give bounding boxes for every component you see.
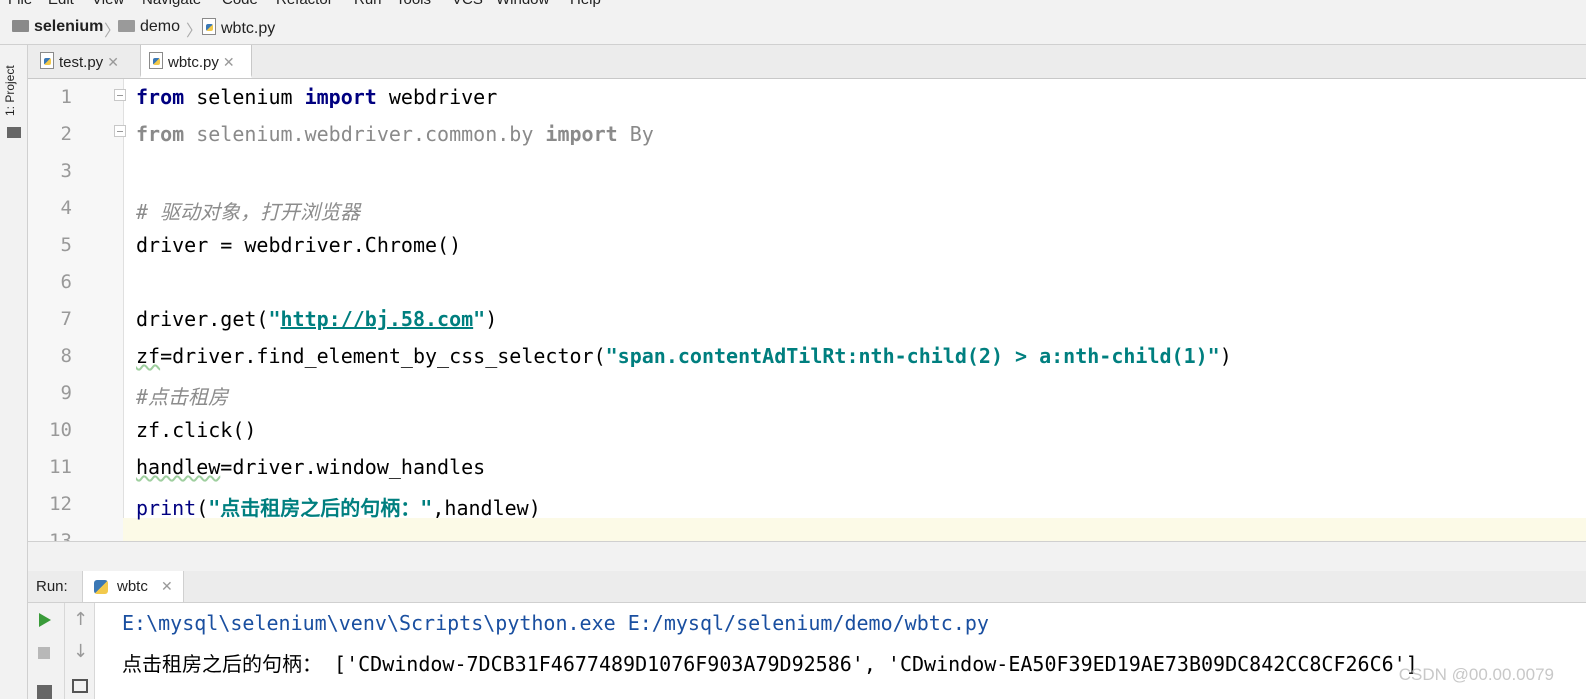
line-number: 9 bbox=[60, 382, 72, 404]
watermark: CSDN @00.00.0079 bbox=[1398, 665, 1554, 684]
line-number: 4 bbox=[60, 197, 72, 219]
line-number: 3 bbox=[60, 160, 72, 182]
run-label: Run: bbox=[36, 578, 68, 595]
menu-view[interactable]: View bbox=[92, 0, 124, 8]
project-folder-icon bbox=[7, 127, 21, 138]
line-number: 11 bbox=[49, 456, 72, 478]
menu-vcs[interactable]: VCS bbox=[452, 0, 483, 8]
menu-edit[interactable]: Edit bbox=[48, 0, 74, 8]
close-icon[interactable]: ✕ bbox=[223, 54, 235, 70]
menu-code[interactable]: Code bbox=[222, 0, 258, 8]
run-panel-header: Run: wbtc ✕ bbox=[28, 571, 1586, 603]
menu-run[interactable]: Run bbox=[354, 0, 382, 8]
menu-navigate[interactable]: Navigate bbox=[142, 0, 201, 8]
arrow-up-icon[interactable]: ↑ bbox=[73, 609, 88, 630]
breadcrumb: selenium 〉 demo 〉 wbtc.py bbox=[0, 10, 1586, 45]
python-file-icon bbox=[202, 18, 216, 35]
stop-icon[interactable] bbox=[38, 647, 50, 659]
code-line-1: from selenium import webdriver bbox=[136, 85, 498, 109]
code-line-8: zf=driver.find_element_by_css_selector("… bbox=[136, 344, 1232, 368]
panel-splitter[interactable] bbox=[28, 541, 1586, 572]
run-toolbar: ↑ ↓ bbox=[28, 603, 95, 699]
settings-icon[interactable] bbox=[37, 685, 52, 699]
line-number: 1 bbox=[60, 86, 72, 108]
close-icon[interactable]: ✕ bbox=[161, 578, 173, 595]
code-editor[interactable]: 1 2 3 4 5 6 7 8 9 10 11 12 13 from selen… bbox=[28, 79, 1586, 541]
run-console[interactable]: E:\mysql\selenium\venv\Scripts\python.ex… bbox=[95, 603, 1586, 699]
fold-marker-icon[interactable] bbox=[114, 125, 126, 137]
python-file-icon bbox=[40, 52, 54, 69]
breadcrumb-folder[interactable]: demo bbox=[118, 18, 180, 36]
menu-window[interactable]: Window bbox=[496, 0, 549, 8]
chevron-right-icon: 〉 bbox=[186, 23, 203, 40]
current-line-highlight bbox=[123, 518, 1586, 541]
folder-icon bbox=[118, 20, 135, 32]
code-line-9: #点击租房 bbox=[136, 385, 229, 409]
menu-help[interactable]: Help bbox=[570, 0, 601, 8]
close-icon[interactable]: ✕ bbox=[107, 54, 119, 70]
tab-test-py[interactable]: test.py ✕ bbox=[40, 45, 146, 78]
code-line-5: driver = webdriver.Chrome() bbox=[136, 233, 462, 257]
line-number: 2 bbox=[60, 123, 72, 145]
folder-icon bbox=[12, 20, 29, 32]
arrow-down-icon[interactable]: ↓ bbox=[73, 641, 88, 662]
project-tool-button[interactable]: 1: Project bbox=[3, 60, 25, 122]
code-line-10: zf.click() bbox=[136, 418, 257, 442]
menu-file[interactable]: File bbox=[8, 0, 32, 8]
tab-wbtc-py[interactable]: wbtc.py ✕ bbox=[140, 45, 252, 78]
code-line-11: handlew=driver.window_handles bbox=[136, 455, 486, 479]
code-line-7: driver.get("http://bj.58.com") bbox=[136, 307, 498, 331]
rerun-icon[interactable] bbox=[39, 613, 51, 627]
console-output-line: 点击租房之后的句柄： ['CDwindow-7DCB31F4677489D107… bbox=[122, 652, 1418, 676]
line-number: 12 bbox=[49, 493, 72, 515]
line-number: 7 bbox=[60, 308, 72, 330]
editor-tab-bar: test.py ✕ wbtc.py ✕ bbox=[28, 45, 1586, 79]
menu-tools[interactable]: Tools bbox=[396, 0, 431, 8]
soft-wrap-icon[interactable] bbox=[72, 679, 88, 693]
line-number: 13 bbox=[49, 530, 72, 541]
console-command-line: E:\mysql\selenium\venv\Scripts\python.ex… bbox=[122, 611, 989, 635]
line-number: 8 bbox=[60, 345, 72, 367]
line-number: 6 bbox=[60, 271, 72, 293]
python-file-icon bbox=[149, 52, 163, 69]
fold-marker-icon[interactable] bbox=[114, 89, 126, 101]
line-number: 10 bbox=[49, 419, 72, 441]
menu-refactor[interactable]: Refactor bbox=[276, 0, 333, 8]
menu-bar: File Edit View Navigate Code Refactor Ru… bbox=[0, 0, 1586, 10]
url-link[interactable]: http://bj.58.com bbox=[281, 307, 474, 331]
tab-run-config[interactable]: wbtc ✕ bbox=[82, 571, 184, 602]
python-icon bbox=[94, 580, 108, 594]
breadcrumb-project[interactable]: selenium bbox=[12, 18, 103, 36]
tool-window-strip bbox=[0, 45, 28, 699]
line-number-gutter: 1 2 3 4 5 6 7 8 9 10 11 12 13 bbox=[28, 79, 126, 541]
code-line-12: print("点击租房之后的句柄：",handlew) bbox=[136, 496, 541, 520]
code-line-2: from selenium.webdriver.common.by import… bbox=[136, 122, 654, 146]
breadcrumb-file[interactable]: wbtc.py bbox=[202, 18, 275, 38]
line-number: 5 bbox=[60, 234, 72, 256]
code-line-4: # 驱动对象，打开浏览器 bbox=[136, 200, 361, 224]
